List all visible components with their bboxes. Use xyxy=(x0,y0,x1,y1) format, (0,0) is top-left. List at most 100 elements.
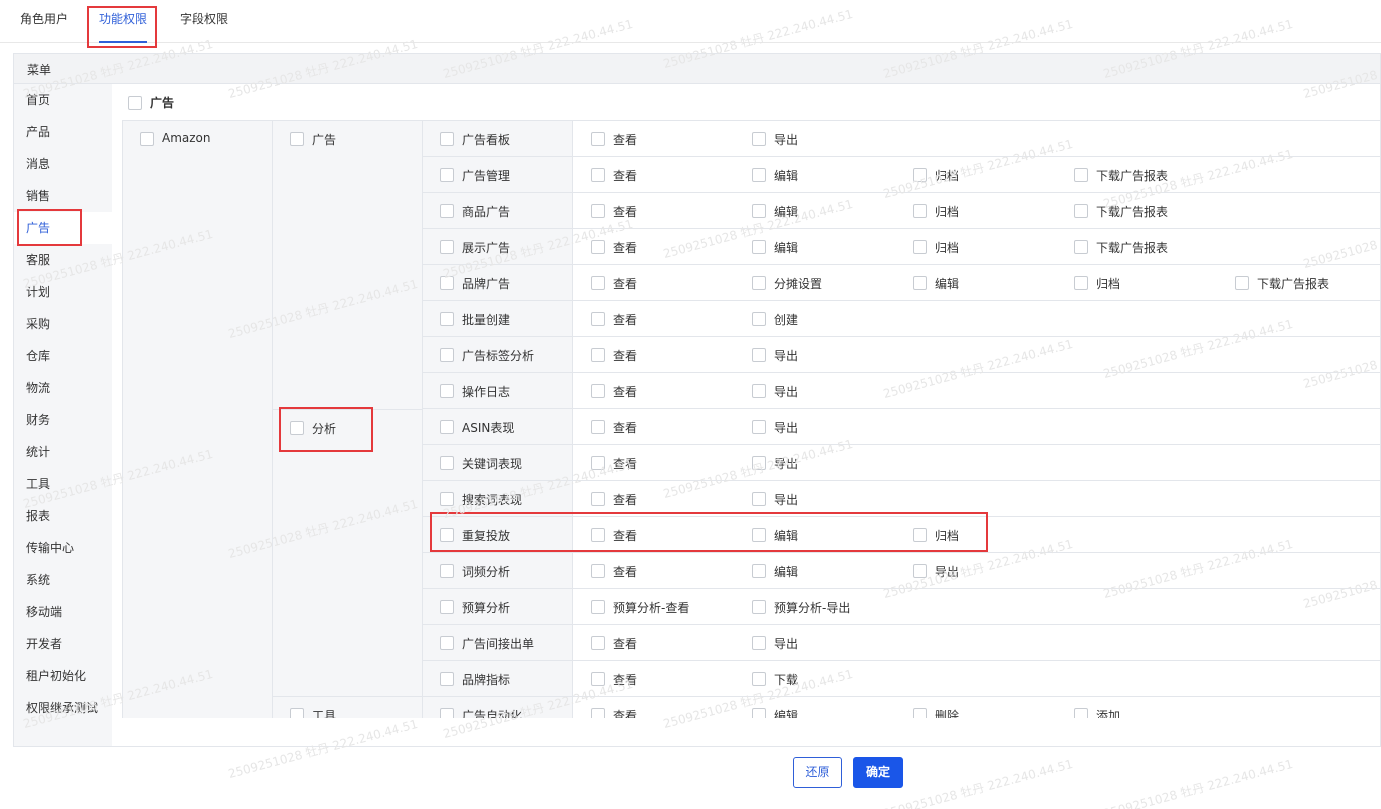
permission-checkbox[interactable] xyxy=(752,564,766,578)
permission-checkbox[interactable] xyxy=(591,240,605,254)
permission-checkbox[interactable] xyxy=(591,384,605,398)
permission-checkbox[interactable] xyxy=(591,636,605,650)
permission-checkbox[interactable] xyxy=(752,528,766,542)
permission-option[interactable]: 导出 xyxy=(734,409,894,445)
permission-checkbox[interactable] xyxy=(752,204,766,218)
permission-checkbox[interactable] xyxy=(1235,276,1249,290)
level3-checkbox[interactable] xyxy=(440,132,454,146)
sidebar-item[interactable]: 物流 xyxy=(14,372,112,404)
sidebar-item[interactable]: 工具 xyxy=(14,468,112,500)
permission-option[interactable]: 查看 xyxy=(573,697,733,718)
level3-checkbox[interactable] xyxy=(440,348,454,362)
permission-option[interactable]: 查看 xyxy=(573,337,733,373)
permission-checkbox[interactable] xyxy=(1074,204,1088,218)
permission-checkbox[interactable] xyxy=(752,456,766,470)
permission-checkbox[interactable] xyxy=(591,600,605,614)
permission-option[interactable]: 编辑 xyxy=(895,265,1055,301)
tab-function-permissions[interactable]: 功能权限 xyxy=(99,0,148,43)
permission-checkbox[interactable] xyxy=(591,276,605,290)
permission-checkbox[interactable] xyxy=(913,528,927,542)
sidebar-item[interactable]: 仓库 xyxy=(14,340,112,372)
level3-checkbox[interactable] xyxy=(440,708,454,718)
permission-option[interactable]: 导出 xyxy=(734,373,894,409)
sidebar-item[interactable]: 广告 xyxy=(14,212,112,244)
permission-option[interactable]: 查看 xyxy=(573,481,733,517)
level3-checkbox[interactable] xyxy=(440,240,454,254)
level2-checkbox[interactable] xyxy=(290,421,304,435)
level2-checkbox[interactable] xyxy=(290,708,304,718)
sidebar-item[interactable]: 首页 xyxy=(14,84,112,116)
permission-checkbox[interactable] xyxy=(591,132,605,146)
level3-checkbox[interactable] xyxy=(440,528,454,542)
confirm-button[interactable]: 确定 xyxy=(853,757,903,788)
sidebar-item[interactable]: 权限继承测试 xyxy=(14,692,112,724)
permission-checkbox[interactable] xyxy=(752,600,766,614)
permission-option[interactable]: 创建 xyxy=(734,301,894,337)
permission-checkbox[interactable] xyxy=(752,276,766,290)
permission-option[interactable]: 编辑 xyxy=(734,157,894,193)
permission-checkbox[interactable] xyxy=(752,312,766,326)
sidebar-item[interactable]: 开发者 xyxy=(14,628,112,660)
level3-checkbox[interactable] xyxy=(440,204,454,218)
permission-option[interactable]: 导出 xyxy=(895,553,1055,589)
permission-option[interactable]: 查看 xyxy=(573,517,733,553)
sidebar-item[interactable]: 移动端 xyxy=(14,596,112,628)
permission-option[interactable]: 导出 xyxy=(734,445,894,481)
sidebar-item[interactable]: 租户初始化 xyxy=(14,660,112,692)
permission-option[interactable]: 查看 xyxy=(573,121,733,157)
sidebar-item[interactable]: 计划 xyxy=(14,276,112,308)
sidebar-item[interactable]: 产品 xyxy=(14,116,112,148)
permission-checkbox[interactable] xyxy=(591,528,605,542)
permission-option[interactable]: 归档 xyxy=(895,229,1055,265)
sidebar-item[interactable]: 系统 xyxy=(14,564,112,596)
permission-checkbox[interactable] xyxy=(591,564,605,578)
permission-option[interactable]: 下载广告报表 xyxy=(1056,157,1216,193)
tab-field-permissions[interactable]: 字段权限 xyxy=(180,0,228,43)
permission-checkbox[interactable] xyxy=(591,168,605,182)
permission-option[interactable]: 查看 xyxy=(573,445,733,481)
permission-option[interactable]: 预算分析-查看 xyxy=(573,589,733,625)
permission-option[interactable]: 查看 xyxy=(573,265,733,301)
permission-option[interactable]: 查看 xyxy=(573,373,733,409)
permission-checkbox[interactable] xyxy=(591,708,605,718)
module-checkbox[interactable] xyxy=(128,96,142,110)
permission-checkbox[interactable] xyxy=(591,492,605,506)
permission-option[interactable]: 导出 xyxy=(734,337,894,373)
permission-option[interactable]: 编辑 xyxy=(734,517,894,553)
level3-checkbox[interactable] xyxy=(440,420,454,434)
permission-option[interactable]: 归档 xyxy=(895,157,1055,193)
permission-option[interactable]: 查看 xyxy=(573,193,733,229)
level3-checkbox[interactable] xyxy=(440,492,454,506)
permission-checkbox[interactable] xyxy=(913,204,927,218)
level3-checkbox[interactable] xyxy=(440,564,454,578)
permission-option[interactable]: 导出 xyxy=(734,625,894,661)
sidebar-item[interactable]: 传输中心 xyxy=(14,532,112,564)
permission-checkbox[interactable] xyxy=(1074,708,1088,718)
permission-option[interactable]: 删除 xyxy=(895,697,1055,718)
reset-button[interactable]: 还原 xyxy=(793,757,842,788)
permission-checkbox[interactable] xyxy=(1074,240,1088,254)
permission-option[interactable]: 查看 xyxy=(573,229,733,265)
sidebar-item[interactable]: 客服 xyxy=(14,244,112,276)
sidebar-item[interactable]: 财务 xyxy=(14,404,112,436)
permission-checkbox[interactable] xyxy=(752,384,766,398)
permission-checkbox[interactable] xyxy=(913,240,927,254)
permission-option[interactable]: 查看 xyxy=(573,625,733,661)
level3-checkbox[interactable] xyxy=(440,276,454,290)
sidebar-item[interactable]: 消息 xyxy=(14,148,112,180)
permission-checkbox[interactable] xyxy=(752,348,766,362)
permission-option[interactable]: 归档 xyxy=(895,193,1055,229)
permission-option[interactable]: 下载广告报表 xyxy=(1056,193,1216,229)
permission-option[interactable]: 编辑 xyxy=(734,229,894,265)
permission-checkbox[interactable] xyxy=(752,708,766,718)
permission-option[interactable]: 预算分析-导出 xyxy=(734,589,894,625)
sidebar-item[interactable]: 销售 xyxy=(14,180,112,212)
level3-checkbox[interactable] xyxy=(440,384,454,398)
tab-role-users[interactable]: 角色用户 xyxy=(20,0,68,43)
permission-checkbox[interactable] xyxy=(591,312,605,326)
permission-checkbox[interactable] xyxy=(913,708,927,718)
permission-checkbox[interactable] xyxy=(752,420,766,434)
permission-option[interactable]: 查看 xyxy=(573,409,733,445)
level2-checkbox[interactable] xyxy=(290,132,304,146)
permission-option[interactable]: 导出 xyxy=(734,481,894,517)
